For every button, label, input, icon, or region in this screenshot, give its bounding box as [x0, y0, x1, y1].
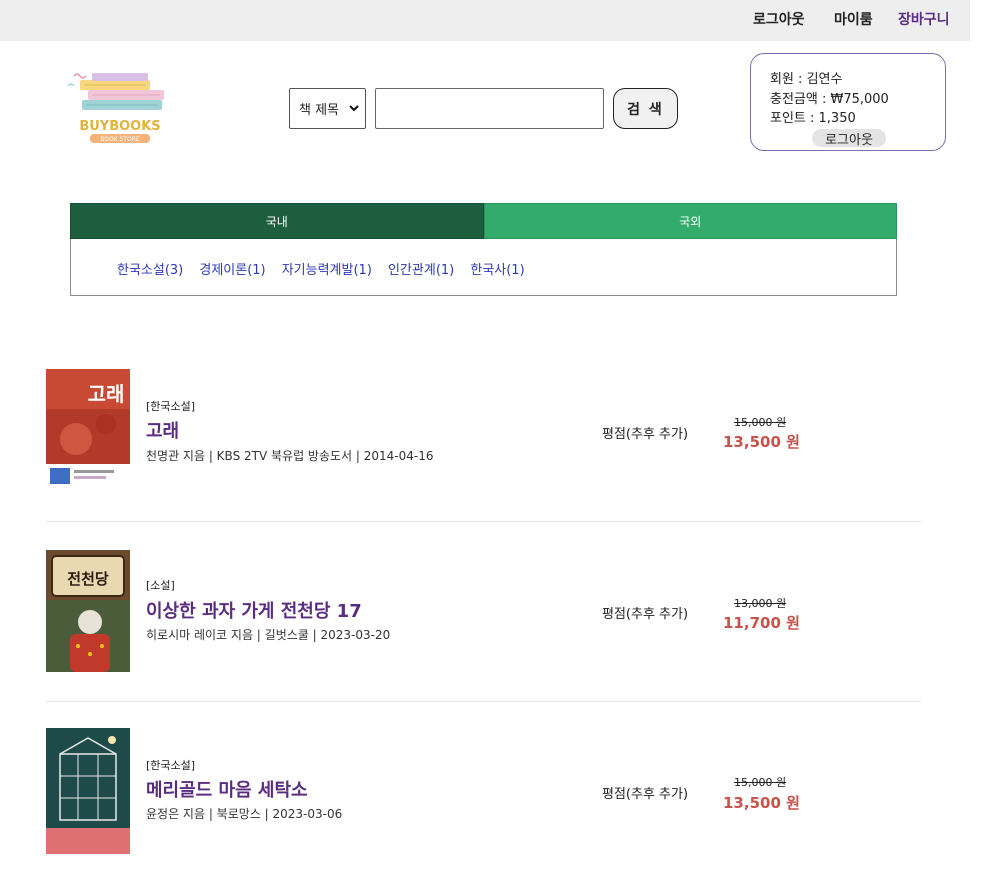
subcategory-korean-novel[interactable]: 한국소설(3)	[117, 259, 183, 278]
book-title[interactable]: 고래	[146, 417, 179, 443]
member-name: 회원 : 김연수	[770, 72, 843, 87]
list-divider	[46, 701, 921, 702]
book-original-price: 15,000 원	[734, 776, 787, 789]
site-logo[interactable]: BUYBOOKS BOOK STORE	[62, 70, 178, 146]
list-divider	[46, 521, 921, 522]
book-category: [소설]	[146, 579, 175, 592]
search-field-select[interactable]: 책 제목	[289, 88, 366, 129]
subcategory-panel: 한국소설(3) 경제이론(1) 자기능력계발(1) 인간관계(1) 한국사(1)	[70, 239, 897, 296]
subcategory-korean-history[interactable]: 한국사(1)	[470, 259, 524, 278]
mypage-link[interactable]: 마이룸	[834, 9, 873, 29]
tab-foreign[interactable]: 국외	[483, 203, 897, 239]
search-input[interactable]	[375, 88, 604, 129]
book-category: [한국소설]	[146, 759, 196, 772]
book-original-price: 13,000 원	[734, 597, 787, 610]
book-list-item: [한국소설] 메리골드 마음 세탁소 윤정은 지음 | 북로망스 | 2023-…	[0, 728, 987, 875]
book-price: 13,500 원	[723, 794, 800, 812]
book-meta: 히로시마 레이코 지음 | 길벗스쿨 | 2023-03-20	[146, 628, 391, 642]
book-cover-image: 전천당	[46, 550, 130, 672]
search-button[interactable]: 검 색	[613, 88, 678, 129]
book-cover[interactable]: 고래	[46, 369, 130, 491]
book-title[interactable]: 이상한 과자 가게 전천당 17	[146, 597, 362, 623]
top-nav-bar: 로그아웃 마이룸 장바구니	[0, 0, 970, 41]
category-tabs: 국내 국외	[70, 203, 897, 239]
books-logo-icon: BUYBOOKS BOOK STORE	[67, 73, 164, 143]
subcategory-relationships[interactable]: 인간관계(1)	[388, 259, 454, 278]
member-info-box: 회원 : 김연수 충전금액 : ₩75,000 포인트 : 1,350 로그아웃	[750, 53, 946, 151]
book-list-item: 고래 [한국소설] 고래 천명관 지음 | KBS 2TV 북유럽 방송도서 |…	[0, 369, 987, 549]
logout-link[interactable]: 로그아웃	[753, 9, 805, 29]
book-list-item: 전천당 [소설] 이상한 과자 가게 전천당 17 히로시마 레이코 지음 | …	[0, 550, 987, 730]
book-meta: 윤정은 지음 | 북로망스 | 2023-03-06	[146, 807, 343, 821]
svg-text:BUYBOOKS: BUYBOOKS	[79, 119, 160, 134]
chevron-down-icon	[349, 105, 359, 112]
subcategory-self-development[interactable]: 자기능력계발(1)	[282, 259, 372, 278]
book-rating: 평점(추후 추가)	[602, 607, 689, 622]
book-rating: 평점(추후 추가)	[602, 787, 689, 802]
subcategory-economics[interactable]: 경제이론(1)	[199, 259, 265, 278]
member-charge: 충전금액 : ₩75,000	[770, 92, 889, 107]
member-logout-button[interactable]: 로그아웃	[812, 129, 886, 148]
cart-link[interactable]: 장바구니	[898, 9, 950, 29]
book-cover-image	[46, 728, 130, 854]
book-cover-image: 고래	[46, 369, 130, 491]
svg-text:고래: 고래	[88, 382, 125, 406]
book-cover[interactable]: 전천당	[46, 550, 130, 672]
book-price: 11,700 원	[723, 614, 800, 632]
book-price: 13,500 원	[723, 433, 800, 451]
book-meta: 천명관 지음 | KBS 2TV 북유럽 방송도서 | 2014-04-16	[146, 449, 434, 463]
search-field-selected: 책 제목	[299, 103, 340, 118]
book-original-price: 15,000 원	[734, 416, 787, 429]
book-category: [한국소설]	[146, 400, 196, 413]
svg-text:BOOK STORE: BOOK STORE	[100, 136, 140, 143]
book-rating: 평점(추후 추가)	[602, 427, 689, 442]
member-points: 포인트 : 1,350	[770, 111, 856, 126]
svg-text:전천당: 전천당	[67, 570, 109, 588]
tab-domestic[interactable]: 국내	[70, 203, 484, 239]
book-cover[interactable]	[46, 728, 130, 854]
book-title[interactable]: 메리골드 마음 세탁소	[146, 776, 308, 802]
